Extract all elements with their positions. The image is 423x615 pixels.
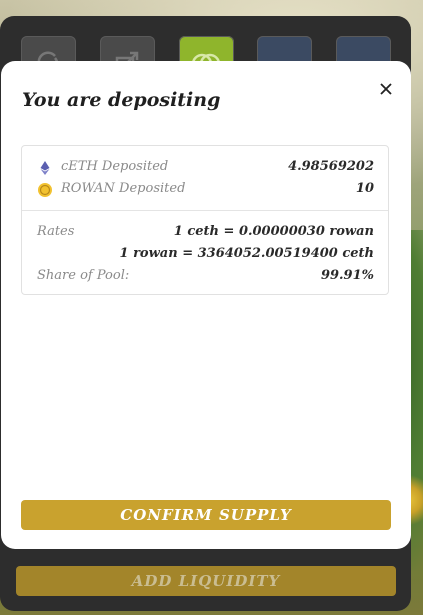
rowan-deposit-label: ROWAN Deposited [61,181,186,196]
ethereum-icon [40,161,50,175]
ceth-deposit-row: cETH Deposited 4.98569202 [22,159,388,179]
ceth-deposit-value: 4.98569202 [288,159,374,174]
deposit-details-card: cETH Deposited 4.98569202 ROWAN Deposite… [21,145,389,295]
rowan-deposit-row: ROWAN Deposited 10 [22,181,388,201]
share-of-pool-row: Share of Pool: 99.91% [22,268,388,288]
rowan-deposit-value: 10 [355,181,374,196]
rates-row-2: 1 rowan = 3364052.00519400 ceth [22,246,388,266]
share-of-pool-label: Share of Pool: [37,268,130,283]
share-of-pool-value: 99.91% [320,268,374,283]
card-divider [22,210,388,211]
rates-row-1: Rates 1 ceth = 0.00000030 rowan [22,224,388,244]
rowan-coin-icon [38,183,52,197]
modal-title: You are depositing [22,89,221,111]
ceth-deposit-label: cETH Deposited [61,159,169,174]
rate-rowan-to-ceth: 1 rowan = 3364052.00519400 ceth [119,246,374,261]
add-liquidity-button[interactable]: ADD LIQUIDITY [16,566,396,596]
rates-label: Rates [37,224,75,239]
confirm-supply-button[interactable]: CONFIRM SUPPLY [21,500,391,530]
close-icon[interactable] [377,80,395,98]
deposit-confirm-modal: You are depositing cETH Deposited 4.9856… [1,61,411,549]
rate-ceth-to-rowan: 1 ceth = 0.00000030 rowan [173,224,374,239]
